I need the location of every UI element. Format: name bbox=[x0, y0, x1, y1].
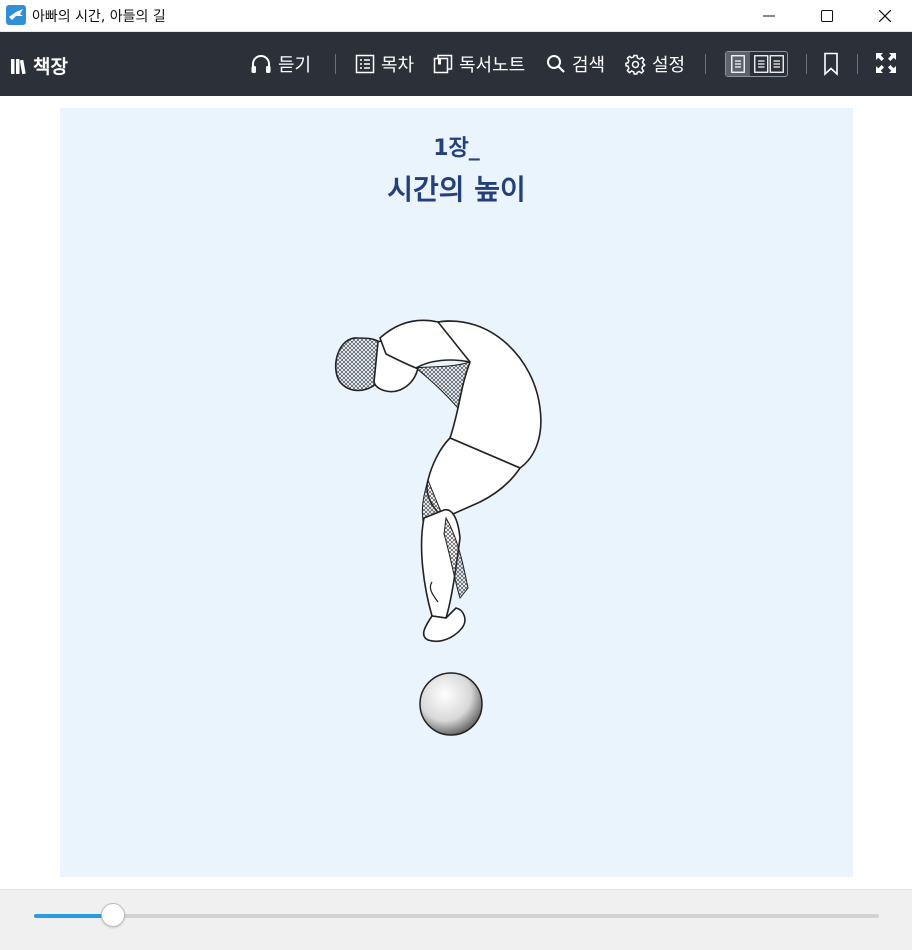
chapter-number: 1장_ bbox=[433, 136, 480, 161]
toolbar-divider bbox=[857, 54, 858, 74]
search-label: 검색 bbox=[572, 55, 606, 76]
toolbar-divider bbox=[335, 54, 336, 74]
minimize-icon bbox=[763, 15, 775, 17]
notes-label: 독서노트 bbox=[459, 55, 526, 76]
listen-label: 듣기 bbox=[278, 55, 312, 76]
list-icon bbox=[355, 54, 375, 74]
bookmark-button[interactable] bbox=[823, 52, 839, 80]
app-icon bbox=[6, 5, 26, 25]
notebook-icon bbox=[433, 54, 453, 74]
toc-button[interactable]: 목차 bbox=[355, 50, 414, 78]
settings-button[interactable]: 설정 bbox=[625, 50, 685, 78]
progress-track[interactable] bbox=[34, 903, 879, 927]
close-button[interactable] bbox=[856, 0, 912, 32]
bookshelf-button[interactable]: 책장 bbox=[10, 52, 68, 79]
reading-notes-button[interactable]: 독서노트 bbox=[433, 50, 525, 78]
double-page-icon bbox=[753, 55, 784, 73]
toolbar-divider bbox=[806, 54, 807, 74]
progress-slider-thumb[interactable] bbox=[100, 903, 125, 927]
chapter-illustration bbox=[334, 319, 542, 736]
search-icon bbox=[547, 55, 565, 73]
page-view-toggle bbox=[725, 51, 788, 77]
chapter-title: 시간의 높이 bbox=[387, 173, 526, 206]
single-page-view-button[interactable] bbox=[726, 52, 750, 76]
settings-label: 설정 bbox=[652, 55, 686, 76]
book-page: 1장_ 시간의 높이 bbox=[60, 108, 853, 877]
maximize-button[interactable] bbox=[798, 0, 856, 32]
close-icon bbox=[879, 10, 891, 22]
search-button[interactable]: 검색 bbox=[546, 50, 605, 78]
maximize-icon bbox=[821, 10, 833, 22]
bookshelf-label: 책장 bbox=[33, 56, 68, 78]
window-title: 아빠의 시간, 아들의 길 bbox=[32, 9, 166, 25]
headphones-icon bbox=[251, 55, 271, 73]
single-page-icon bbox=[731, 55, 745, 73]
reader-content: 1장_ 시간의 높이 bbox=[0, 96, 912, 889]
bookshelf-icon bbox=[11, 58, 26, 74]
minimize-button[interactable] bbox=[740, 0, 798, 32]
title-bar: 아빠의 시간, 아들의 길 bbox=[0, 0, 912, 32]
toolbar-divider bbox=[705, 54, 706, 74]
listen-button[interactable]: 듣기 bbox=[250, 50, 311, 78]
fullscreen-icon bbox=[876, 53, 896, 73]
gear-icon bbox=[625, 54, 646, 75]
toc-label: 목차 bbox=[381, 55, 415, 76]
bookmark-icon bbox=[824, 52, 838, 76]
double-page-view-button[interactable] bbox=[750, 52, 787, 76]
progress-bar-area bbox=[0, 889, 912, 950]
reader-toolbar: 책장 듣기 목차 독서노트 검색 설정 bbox=[0, 32, 912, 96]
fullscreen-button[interactable] bbox=[875, 52, 897, 78]
